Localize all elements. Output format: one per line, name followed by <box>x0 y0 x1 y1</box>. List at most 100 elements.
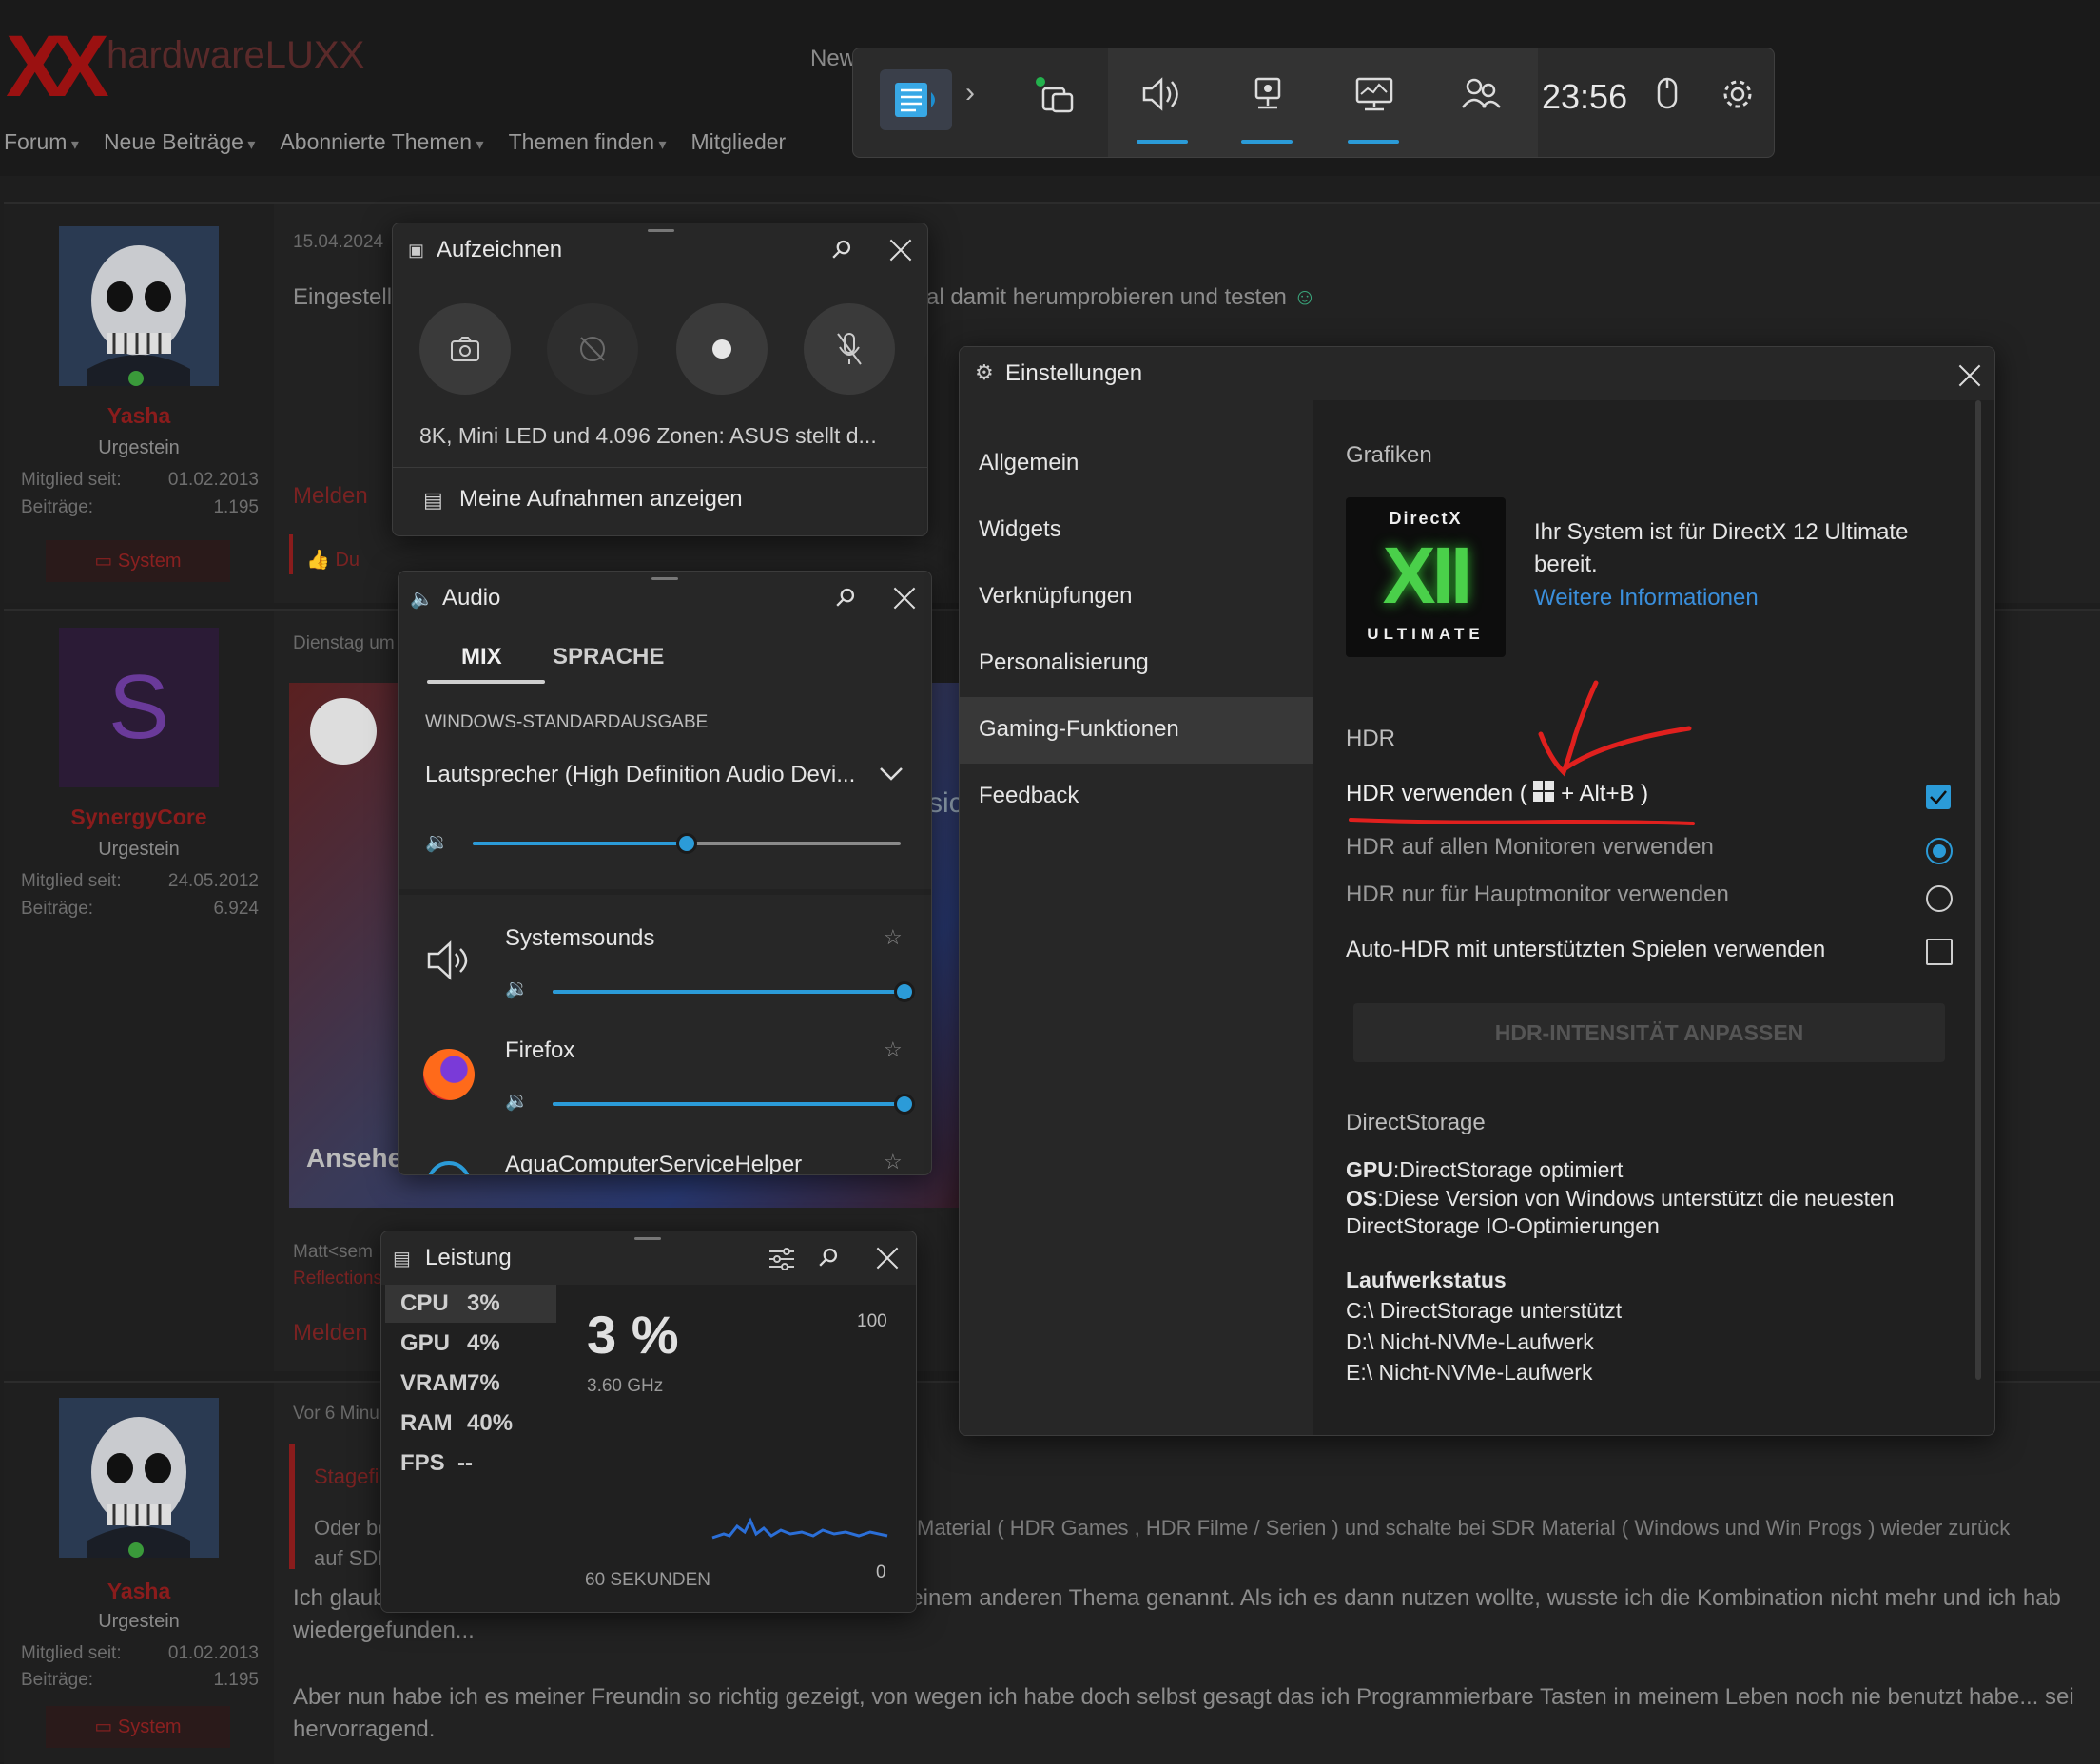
close-icon[interactable] <box>874 1245 901 1271</box>
post-count-row: Beiträge: 1.195 <box>21 1670 259 1691</box>
capture-titlebar[interactable]: ▣ Aufzeichnen ⚲ <box>393 223 927 277</box>
resources-icon[interactable] <box>1034 75 1076 117</box>
site-logo-text[interactable]: hardwareLUXX <box>107 34 364 77</box>
capture-icon[interactable] <box>1249 73 1287 115</box>
performance-icon[interactable] <box>1353 73 1395 115</box>
show-recordings-link[interactable]: Meine Aufnahmen anzeigen <box>459 486 743 513</box>
app-volume-slider[interactable] <box>553 1094 915 1115</box>
master-volume-slider[interactable] <box>473 833 901 854</box>
more-info-link[interactable]: Weitere Informationen <box>1534 585 1759 611</box>
volume-icon[interactable]: 🔉 <box>505 977 529 1000</box>
pin-icon[interactable]: ⚲ <box>825 233 859 266</box>
auto-hdr-checkbox[interactable] <box>1926 939 1953 965</box>
hdr-all-monitors-label: HDR auf allen Monitoren verwenden <box>1346 834 1714 860</box>
site-logo-mark[interactable]: XX <box>6 17 109 117</box>
star-icon[interactable]: ☆ <box>884 925 903 950</box>
post-para2-line1: Aber nun habe ich es meiner Freundin so … <box>293 1684 2074 1710</box>
post-date[interactable]: Dienstag um <box>293 633 395 654</box>
close-icon[interactable] <box>891 585 918 611</box>
post-count-row: Beiträge: 1.195 <box>21 497 259 518</box>
slider-thumb[interactable] <box>894 981 915 1002</box>
audio-titlebar[interactable]: 🔈 Audio ⚲ <box>399 572 931 625</box>
skull-avatar[interactable] <box>59 1398 219 1558</box>
metric-ram[interactable]: RAM 40% <box>400 1410 513 1437</box>
letter-avatar[interactable]: S <box>59 628 219 787</box>
drive-c-status: C:\ DirectStorage unterstützt <box>1346 1298 1623 1323</box>
nav-feedback[interactable]: Feedback <box>979 783 1079 809</box>
nav-subscribed[interactable]: Abonnierte Themen <box>280 129 483 155</box>
nav-personalization[interactable]: Personalisierung <box>979 649 1149 676</box>
hdr-intensity-button[interactable]: HDR-INTENSITÄT ANPASSEN <box>1353 1003 1945 1062</box>
settings-title: Einstellungen <box>1005 360 1143 386</box>
slider-thumb[interactable] <box>676 833 697 854</box>
audio-icon[interactable] <box>1140 73 1182 115</box>
record-last-button[interactable] <box>547 303 638 395</box>
star-icon[interactable]: ☆ <box>884 1037 903 1062</box>
options-icon[interactable] <box>768 1247 796 1271</box>
metric-vram[interactable]: VRAM7% <box>400 1370 500 1397</box>
hdr-use-checkbox[interactable] <box>1926 785 1951 809</box>
reaction-user: Du <box>335 550 360 571</box>
nav-shortcuts[interactable]: Verknüpfungen <box>979 583 1132 610</box>
close-icon[interactable] <box>887 237 914 263</box>
post-username[interactable]: SynergyCore <box>4 804 274 830</box>
header-link-partial[interactable]: New <box>810 46 856 72</box>
settings-titlebar[interactable]: ⚙ Einstellungen <box>960 347 1994 400</box>
pin-icon[interactable]: ⚲ <box>828 581 863 614</box>
volume-icon[interactable]: 🔉 <box>425 830 449 854</box>
post-date[interactable]: Vor 6 Minu <box>293 1404 379 1425</box>
mic-toggle-button[interactable] <box>804 303 895 395</box>
start-recording-button[interactable] <box>676 303 768 395</box>
star-icon[interactable]: ☆ <box>884 1150 903 1174</box>
settings-gear-icon[interactable] <box>1719 75 1757 113</box>
app-volume-slider[interactable] <box>553 981 915 1002</box>
performance-titlebar[interactable]: ▤ Leistung ⚲ <box>381 1231 916 1285</box>
quote-link[interactable]: Reflections <box>293 1269 382 1289</box>
hdr-main-monitor-label: HDR nur für Hauptmonitor verwenden <box>1346 882 1729 907</box>
nav-gaming-features[interactable]: Gaming-Funktionen <box>979 716 1179 743</box>
hdr-all-monitors-radio[interactable] <box>1926 838 1953 864</box>
nav-find-threads[interactable]: Themen finden <box>509 129 667 155</box>
nav-general[interactable]: Allgemein <box>979 450 1079 476</box>
widget-menu-button[interactable] <box>880 69 952 130</box>
scrollbar[interactable] <box>1975 400 1981 1380</box>
metric-fps[interactable]: FPS -- <box>400 1450 473 1477</box>
post-count-value: 1.195 <box>213 1670 259 1690</box>
tab-voice[interactable]: SPRACHE <box>553 644 664 670</box>
tab-mix[interactable]: MIX <box>461 644 502 670</box>
volume-icon[interactable]: 🔉 <box>505 1089 529 1113</box>
close-icon[interactable] <box>1956 362 1983 389</box>
slider-thumb[interactable] <box>894 1094 915 1115</box>
system-button[interactable]: ▭ System <box>46 1706 230 1748</box>
post-date[interactable]: 15.04.2024 <box>293 232 383 253</box>
metric-label: FPS <box>400 1450 445 1476</box>
nav-members[interactable]: Mitglieder <box>690 129 786 155</box>
metric-cpu[interactable]: CPU 3% <box>400 1290 500 1317</box>
nav-forum[interactable]: Forum <box>4 129 79 155</box>
post-username[interactable]: Yasha <box>4 403 274 429</box>
nav-new-posts[interactable]: Neue Beiträge <box>104 129 256 155</box>
pin-icon[interactable]: ⚲ <box>811 1241 846 1274</box>
system-button[interactable]: ▭ System <box>46 540 230 582</box>
report-link[interactable]: Melden <box>293 1320 368 1347</box>
skull-avatar[interactable] <box>59 226 219 386</box>
hdr-main-monitor-radio[interactable] <box>1926 885 1953 912</box>
nav-widgets[interactable]: Widgets <box>979 516 1061 543</box>
ds-gpu-label: GPU <box>1346 1157 1393 1182</box>
social-icon[interactable] <box>1460 73 1502 115</box>
chevron-right-icon[interactable]: › <box>965 77 975 109</box>
output-device-select[interactable]: Lautsprecher (High Definition Audio Devi… <box>425 762 855 788</box>
divider <box>399 889 931 895</box>
chevron-down-icon[interactable] <box>878 764 904 783</box>
auto-hdr-label: Auto-HDR mit unterstützten Spielen verwe… <box>1346 937 1826 962</box>
reaction-summary[interactable]: 👍 Du <box>306 548 360 572</box>
report-link[interactable]: Melden <box>293 483 368 510</box>
ds-os-text: :Diese Version von Windows unterstützt d… <box>1377 1186 1895 1211</box>
screenshot-button[interactable] <box>419 303 511 395</box>
record-dot-icon <box>712 339 731 359</box>
metric-gpu[interactable]: GPU 4% <box>400 1330 500 1357</box>
post-username[interactable]: Yasha <box>4 1579 274 1604</box>
quote-title[interactable]: Stagefi <box>314 1464 379 1489</box>
member-since-label: Mitglied seit: <box>21 871 122 891</box>
mouse-icon[interactable] <box>1654 75 1681 113</box>
